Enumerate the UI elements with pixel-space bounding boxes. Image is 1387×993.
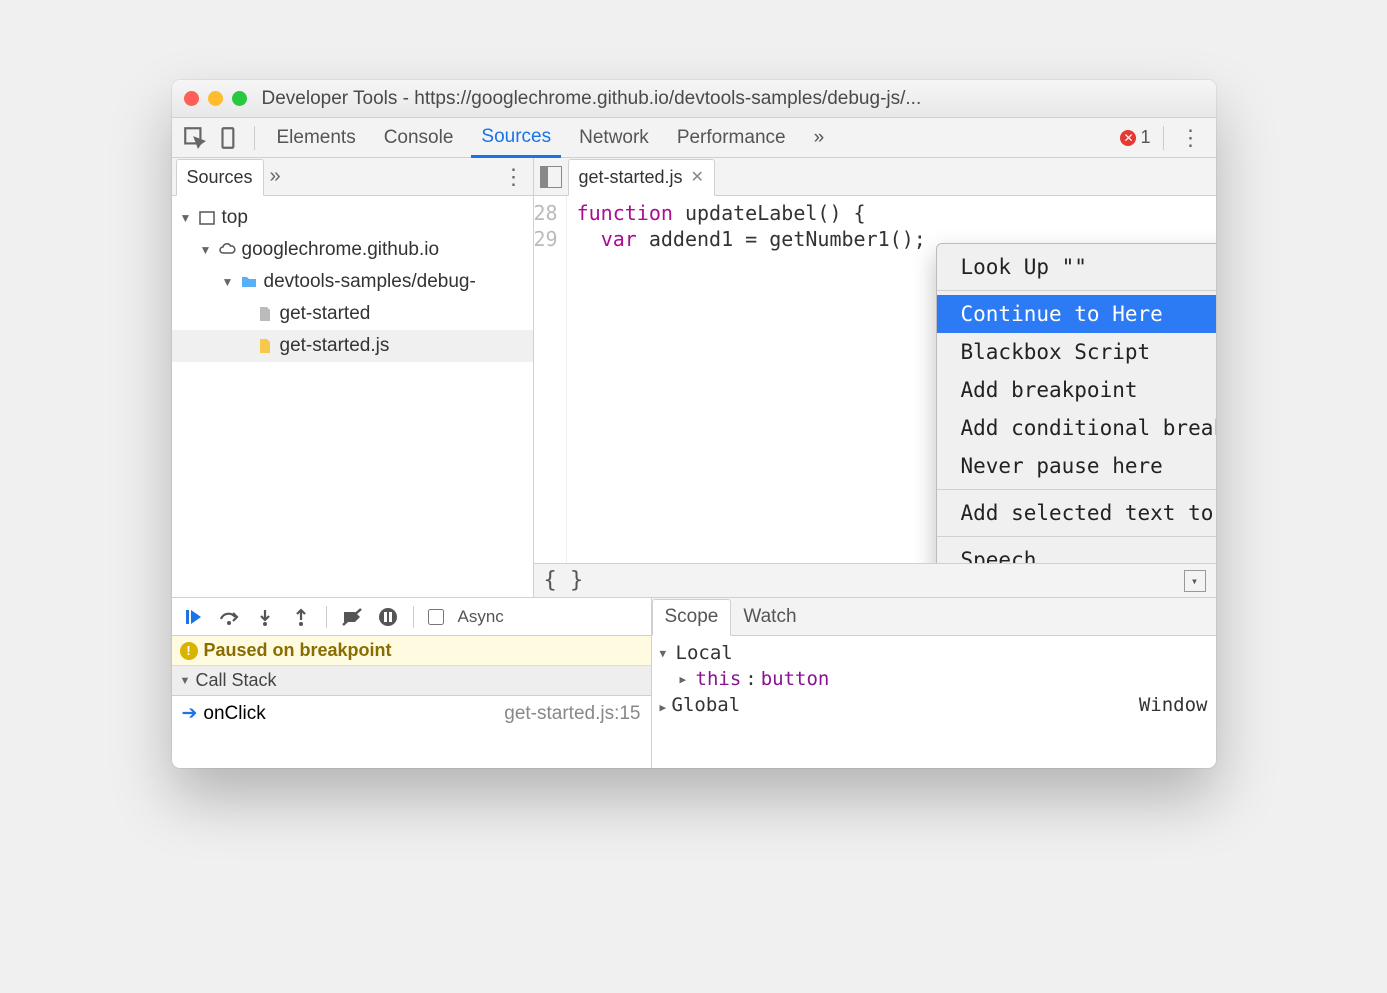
- error-count: 1: [1140, 127, 1150, 148]
- tab-scope[interactable]: Scope: [652, 599, 732, 636]
- disclosure-triangle-icon[interactable]: ▼: [200, 243, 212, 257]
- separator: [254, 126, 255, 150]
- ctx-add-conditional-breakpoint[interactable]: Add conditional breakpoint…: [937, 409, 1216, 447]
- ctx-never-pause-here[interactable]: Never pause here: [937, 447, 1216, 485]
- close-tab-icon[interactable]: ✕: [691, 167, 704, 187]
- debugger-toolbar: Async: [172, 598, 651, 636]
- line-number[interactable]: 29: [534, 226, 558, 252]
- close-window-button[interactable]: [184, 91, 199, 106]
- scope-local[interactable]: ▼ Local: [660, 640, 1208, 666]
- ctx-blackbox-script[interactable]: Blackbox Script: [937, 333, 1216, 371]
- device-toolbar-icon[interactable]: [216, 125, 242, 151]
- tabs-overflow[interactable]: »: [804, 118, 835, 157]
- scope-this-value: button: [761, 668, 830, 690]
- ctx-lookup[interactable]: Look Up "": [937, 248, 1216, 286]
- tree-file-html[interactable]: get-started: [172, 298, 533, 330]
- disclosure-triangle-icon[interactable]: ▶: [680, 673, 692, 686]
- paused-message: ! Paused on breakpoint: [172, 636, 651, 666]
- stack-frame[interactable]: ➔onClick get-started.js:15: [172, 696, 651, 731]
- devtools-window: Developer Tools - https://googlechrome.g…: [172, 80, 1216, 768]
- tree-label: top: [222, 207, 248, 229]
- tab-watch[interactable]: Watch: [731, 598, 808, 635]
- context-menu: Look Up "" Continue to Here Blackbox Scr…: [936, 243, 1216, 563]
- ctx-speech[interactable]: Speech▶: [937, 541, 1216, 563]
- disclosure-triangle-icon[interactable]: ▼: [660, 647, 672, 660]
- scope-body: ▼ Local ▶ this: button ▶Global Window: [652, 636, 1216, 768]
- debugger-panel: Async ! Paused on breakpoint ▼ Call Stac…: [172, 598, 1216, 768]
- current-frame-arrow-icon: ➔: [182, 703, 198, 724]
- inspect-element-icon[interactable]: [182, 125, 208, 151]
- tab-performance[interactable]: Performance: [667, 118, 796, 157]
- pause-on-exceptions-icon[interactable]: [377, 606, 399, 628]
- error-count-badge[interactable]: ✕ 1: [1120, 127, 1150, 148]
- async-label: Async: [458, 607, 504, 627]
- editor-footer: { } ▾: [534, 563, 1216, 597]
- disclosure-triangle-icon[interactable]: ▼: [180, 211, 192, 225]
- navigator-panel: Sources » ⋮ ▼ top ▼ googlechrome.github.…: [172, 158, 534, 597]
- scope-global-value: Window: [1139, 694, 1208, 716]
- scope-this-key: this: [696, 668, 742, 690]
- step-over-icon[interactable]: [218, 606, 240, 628]
- ctx-continue-to-here[interactable]: Continue to Here: [937, 295, 1216, 333]
- line-gutter[interactable]: 28 29: [534, 196, 567, 563]
- pretty-print-icon[interactable]: { }: [544, 568, 584, 593]
- tree-label: get-started.js: [280, 335, 390, 357]
- tree-label: googlechrome.github.io: [242, 239, 440, 261]
- frame-icon: [198, 209, 216, 227]
- file-tab-label: get-started.js: [579, 167, 683, 188]
- separator: [1163, 126, 1164, 150]
- resume-icon[interactable]: [182, 606, 204, 628]
- scope-this[interactable]: ▶ this: button: [660, 666, 1208, 692]
- tree-label: devtools-samples/debug-: [264, 271, 476, 293]
- cloud-icon: [218, 241, 236, 259]
- tree-label: get-started: [280, 303, 371, 325]
- async-checkbox[interactable]: [428, 609, 444, 625]
- menu-separator: [937, 489, 1216, 490]
- step-into-icon[interactable]: [254, 606, 276, 628]
- window-title: Developer Tools - https://googlechrome.g…: [262, 88, 1204, 110]
- disclosure-triangle-icon[interactable]: ▶: [660, 701, 672, 714]
- line-number[interactable]: 28: [534, 200, 558, 226]
- tab-console[interactable]: Console: [374, 118, 464, 157]
- navigator-menu-icon[interactable]: ⋮: [499, 164, 529, 190]
- file-tab[interactable]: get-started.js ✕: [568, 159, 715, 196]
- error-icon: ✕: [1120, 130, 1136, 146]
- frame-name: onClick: [203, 703, 265, 724]
- tree-file-js[interactable]: get-started.js: [172, 330, 533, 362]
- tab-sources[interactable]: Sources: [471, 119, 561, 158]
- step-out-icon[interactable]: [290, 606, 312, 628]
- ctx-add-breakpoint[interactable]: Add breakpoint: [937, 371, 1216, 409]
- deactivate-breakpoints-icon[interactable]: [341, 606, 363, 628]
- warning-icon: !: [180, 642, 198, 660]
- navigator-tabs-overflow[interactable]: »: [264, 165, 287, 188]
- editor-footer-dropdown-icon[interactable]: ▾: [1184, 570, 1206, 592]
- disclosure-triangle-icon[interactable]: ▼: [222, 275, 234, 289]
- file-icon: [256, 305, 274, 323]
- settings-menu-icon[interactable]: ⋮: [1176, 125, 1206, 151]
- file-js-icon: [256, 337, 274, 355]
- devtools-tabbar: Elements Console Sources Network Perform…: [172, 118, 1216, 158]
- tree-folder[interactable]: ▼ devtools-samples/debug-: [172, 266, 533, 298]
- tab-network[interactable]: Network: [569, 118, 659, 157]
- minimize-window-button[interactable]: [208, 91, 223, 106]
- menu-separator: [937, 536, 1216, 537]
- menu-separator: [937, 290, 1216, 291]
- navigator-tab-sources[interactable]: Sources: [176, 159, 264, 196]
- tree-top-frame[interactable]: ▼ top: [172, 202, 533, 234]
- tab-elements[interactable]: Elements: [267, 118, 366, 157]
- folder-icon: [240, 273, 258, 291]
- tree-domain[interactable]: ▼ googlechrome.github.io: [172, 234, 533, 266]
- code-area[interactable]: 28 29 function updateLabel() { var adden…: [534, 196, 1216, 563]
- file-tree: ▼ top ▼ googlechrome.github.io ▼ devtool…: [172, 196, 533, 368]
- code-editor: get-started.js ✕ 28 29 function updateLa…: [534, 158, 1216, 597]
- disclosure-triangle-icon[interactable]: ▼: [180, 675, 192, 687]
- zoom-window-button[interactable]: [232, 91, 247, 106]
- callstack-header[interactable]: ▼ Call Stack: [172, 666, 651, 696]
- frame-location[interactable]: get-started.js:15: [504, 703, 640, 725]
- ctx-add-to-watches[interactable]: Add selected text to watches: [937, 494, 1216, 532]
- scope-global[interactable]: ▶Global Window: [660, 692, 1208, 718]
- titlebar: Developer Tools - https://googlechrome.g…: [172, 80, 1216, 118]
- toggle-navigator-icon[interactable]: [540, 166, 562, 188]
